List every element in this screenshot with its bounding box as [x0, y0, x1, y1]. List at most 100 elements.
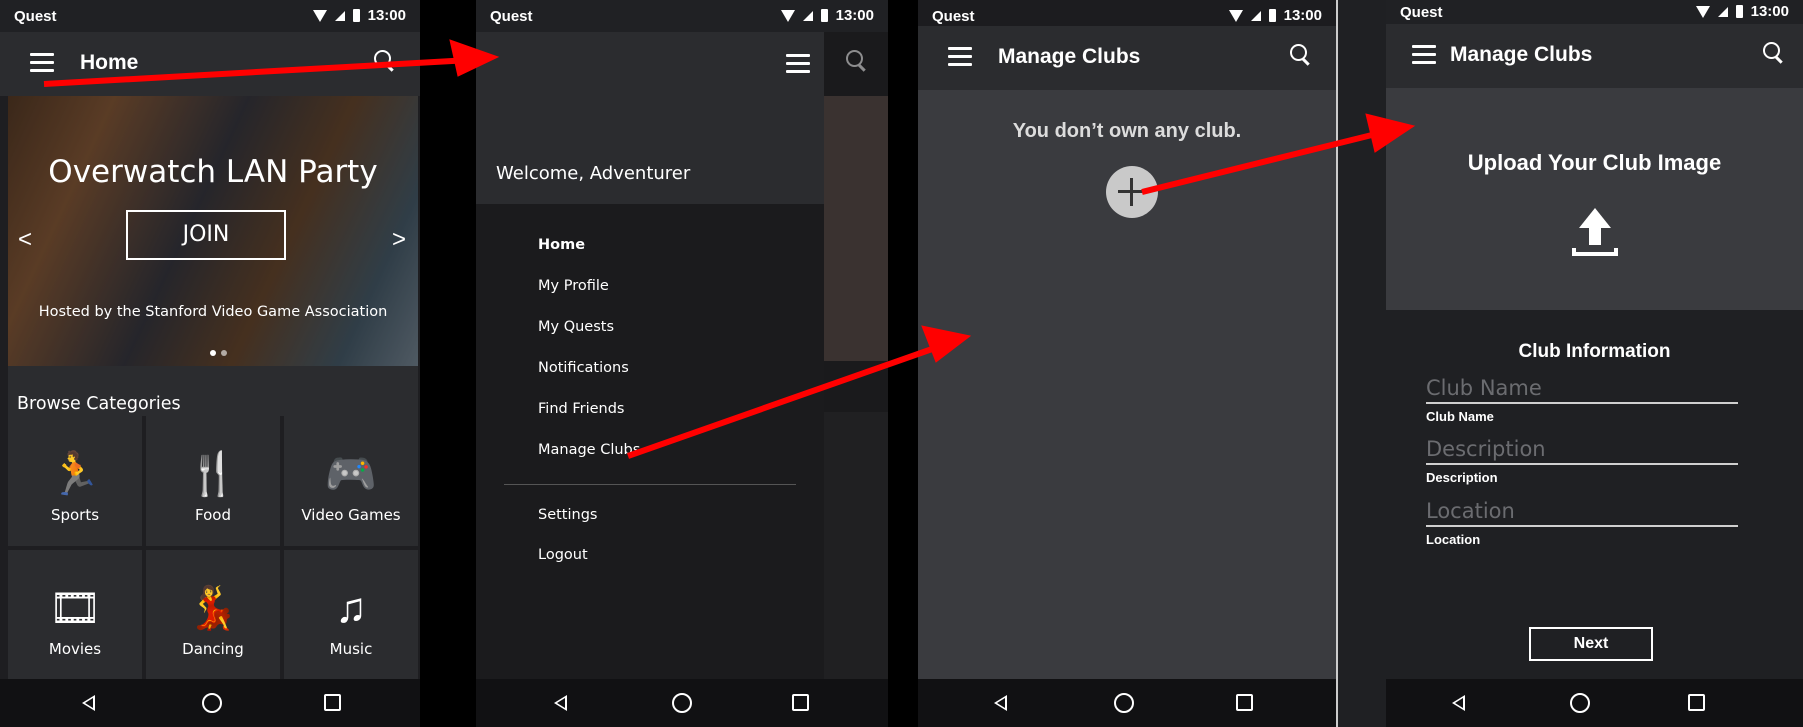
clubs-content: You don’t own any club.	[918, 90, 1336, 679]
drawer-item-logout[interactable]: Logout	[538, 547, 597, 587]
carrier-label: Quest	[490, 8, 533, 25]
home-circle-icon[interactable]	[202, 693, 222, 713]
recents-icon[interactable]	[792, 694, 809, 711]
carrier-label: Quest	[14, 8, 57, 25]
drawer-item-notifications[interactable]: Notifications	[538, 360, 640, 401]
signal-icon	[334, 10, 345, 21]
app-bar: Manage Clubs	[918, 26, 1336, 90]
create-club-screen: Quest 13:00 Manage Clubs Upload Your Clu…	[1338, 0, 1803, 727]
clock: 13:00	[835, 7, 874, 24]
page-title: Manage Clubs	[1450, 43, 1593, 66]
wifi-icon	[312, 9, 327, 22]
film-icon: 🎞	[48, 584, 102, 631]
category-label: Movies	[48, 640, 102, 658]
club-name-input[interactable]: Club Name	[1426, 376, 1738, 400]
back-icon[interactable]	[994, 695, 1007, 711]
browse-header: Browse Categories	[8, 366, 418, 416]
menu-icon[interactable]	[30, 53, 54, 73]
page-title: Home	[80, 51, 139, 74]
drawer-item-manage-clubs[interactable]: Manage Clubs	[538, 442, 640, 483]
wifi-icon	[780, 9, 795, 22]
drawer-item-settings[interactable]: Settings	[538, 507, 597, 547]
carrier-label: Quest	[932, 8, 975, 25]
signal-icon	[1250, 10, 1261, 21]
drawer-menu: Home My Profile My Quests Notifications …	[538, 237, 640, 483]
menu-icon[interactable]	[948, 47, 972, 67]
system-nav-bar	[476, 679, 888, 727]
category-movies[interactable]: 🎞 Movies	[8, 550, 142, 680]
nav-drawer: Welcome, Adventurer Home My Profile My Q…	[476, 32, 824, 679]
description-input[interactable]: Description	[1426, 437, 1738, 461]
drawer-divider	[504, 484, 796, 485]
app-bar: Home	[0, 32, 420, 96]
next-button[interactable]: Next	[1529, 627, 1653, 661]
event-title: Overwatch LAN Party	[48, 154, 378, 190]
search-icon[interactable]	[1763, 42, 1785, 64]
clock: 13:00	[1750, 3, 1789, 20]
upload-image-area[interactable]: Upload Your Club Image	[1386, 88, 1803, 310]
back-icon[interactable]	[554, 695, 567, 711]
drawer-item-my-quests[interactable]: My Quests	[538, 319, 640, 360]
category-video-games[interactable]: 🎮 Video Games	[284, 416, 418, 546]
location-field[interactable]: Location Location	[1426, 499, 1738, 547]
system-nav-bar	[1386, 679, 1803, 727]
search-icon	[846, 50, 868, 72]
carousel-dots[interactable]	[210, 350, 227, 356]
club-info-title: Club Information	[1518, 341, 1671, 362]
wifi-icon	[1228, 9, 1243, 22]
carrier-label: Quest	[1400, 4, 1443, 21]
home-circle-icon[interactable]	[1114, 693, 1134, 713]
event-carousel[interactable]: Overwatch LAN Party JOIN < > Hosted by t…	[8, 96, 418, 366]
category-food[interactable]: 🍴 Food	[146, 416, 280, 546]
recents-icon[interactable]	[1688, 694, 1705, 711]
status-bar: Quest 13:00	[476, 0, 888, 32]
description-field[interactable]: Description Description	[1426, 437, 1738, 485]
category-label: Dancing	[182, 640, 244, 658]
search-icon[interactable]	[1290, 44, 1312, 66]
carousel-next-icon[interactable]: >	[392, 226, 406, 254]
category-music[interactable]: ♫ Music	[284, 550, 418, 680]
welcome-text: Welcome, Adventurer	[496, 163, 691, 184]
battery-icon	[820, 9, 828, 22]
recents-icon[interactable]	[1236, 694, 1253, 711]
status-bar: Quest 13:00	[0, 0, 420, 32]
manage-clubs-screen: Quest 13:00 Manage Clubs You don’t own a…	[918, 0, 1336, 727]
clock: 13:00	[367, 7, 406, 24]
club-name-field[interactable]: Club Name Club Name	[1426, 376, 1738, 424]
upload-title: Upload Your Club Image	[1467, 150, 1722, 175]
runner-icon: 🏃	[48, 450, 102, 497]
drawer-item-my-profile[interactable]: My Profile	[538, 278, 640, 319]
home-circle-icon[interactable]	[1570, 693, 1590, 713]
category-label: Music	[329, 640, 373, 658]
drawer-header: Welcome, Adventurer	[476, 32, 824, 204]
club-name-label: Club Name	[1426, 409, 1494, 424]
drawer-menu-secondary: Settings Logout	[538, 507, 597, 587]
drawer-screen: Quest 13:00 Welcome, Adventurer Home My …	[476, 0, 888, 727]
back-icon[interactable]	[1452, 695, 1465, 711]
upload-icon[interactable]	[1570, 208, 1620, 258]
battery-icon	[352, 9, 360, 22]
drawer-item-find-friends[interactable]: Find Friends	[538, 401, 640, 442]
recents-icon[interactable]	[324, 694, 341, 711]
category-label: Sports	[50, 506, 100, 524]
page-title: Manage Clubs	[998, 45, 1141, 68]
category-sports[interactable]: 🏃 Sports	[8, 416, 142, 546]
menu-icon[interactable]	[786, 54, 810, 74]
join-button[interactable]: JOIN	[126, 210, 286, 260]
add-club-button[interactable]	[1106, 166, 1158, 218]
system-nav-bar	[0, 679, 420, 727]
location-input[interactable]: Location	[1426, 499, 1738, 523]
battery-icon	[1735, 5, 1743, 18]
category-label: Food	[195, 506, 231, 524]
wifi-icon	[1695, 5, 1710, 18]
home-circle-icon[interactable]	[672, 693, 692, 713]
category-dancing[interactable]: 💃 Dancing	[146, 550, 280, 680]
menu-icon[interactable]	[1412, 45, 1436, 65]
search-icon[interactable]	[374, 50, 396, 72]
carousel-prev-icon[interactable]: <	[18, 226, 32, 254]
category-grid: 🏃 Sports 🍴 Food 🎮 Video Games 🎞 Movies 💃…	[8, 416, 418, 680]
clock: 13:00	[1283, 7, 1322, 24]
event-host: Hosted by the Stanford Video Game Associ…	[38, 304, 388, 320]
back-icon[interactable]	[82, 695, 95, 711]
drawer-item-home[interactable]: Home	[538, 237, 640, 278]
